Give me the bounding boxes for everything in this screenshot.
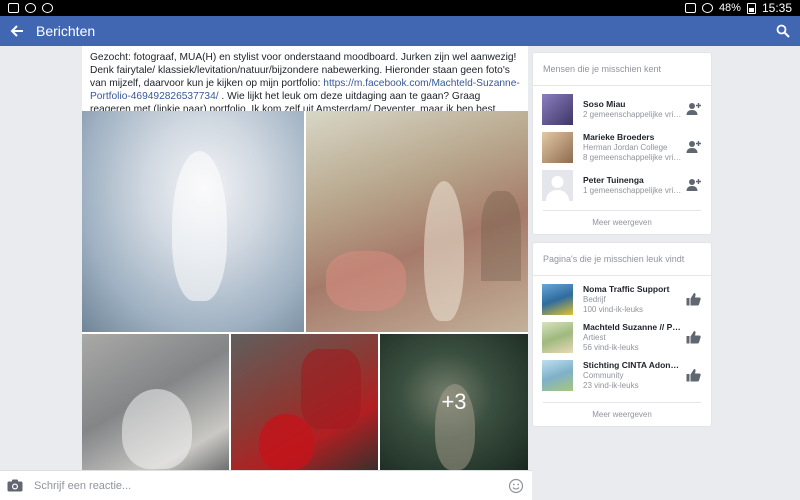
- page-thumbnail: [542, 359, 573, 391]
- camera-icon: [7, 479, 23, 492]
- add-friend-icon[interactable]: [686, 140, 701, 154]
- page-title: Berichten: [36, 23, 96, 39]
- emoji-icon[interactable]: [508, 478, 524, 494]
- default-avatar-icon: [546, 175, 569, 201]
- avatar-placeholder: [542, 169, 573, 201]
- person-name: Marieke Broeders: [583, 132, 655, 142]
- app-bar: Berichten: [0, 16, 800, 46]
- pages-see-more-link[interactable]: Meer weergeven: [543, 402, 701, 426]
- photo-red-dress[interactable]: [231, 334, 378, 470]
- like-icon[interactable]: [686, 330, 701, 344]
- comment-bar: [0, 470, 532, 500]
- photo-forest-crown[interactable]: +3: [380, 334, 528, 470]
- wifi-signal-icon: [701, 3, 713, 13]
- people-card-title: Mensen die je misschien kent: [533, 53, 711, 86]
- like-icon[interactable]: [686, 368, 701, 382]
- page-name: Machteld Suzanne // Port...: [583, 322, 683, 332]
- page-category: Community: [583, 371, 624, 380]
- person-school: Herman Jordan College: [583, 143, 668, 152]
- pages-you-may-like-card: Pagina's die je misschien leuk vindt Nom…: [533, 243, 711, 426]
- battery-percent: 48%: [718, 2, 741, 14]
- post-text: Gezocht: fotograaf, MUA(H) en stylist vo…: [82, 46, 528, 111]
- sync-icon: [42, 3, 53, 13]
- screenshot-icon: [8, 3, 19, 13]
- search-icon: [776, 24, 790, 38]
- person-mutual-friends: 1 gemeenschappelijke vrie...: [583, 186, 683, 195]
- arrow-left-icon: [10, 25, 23, 37]
- page-row[interactable]: Stichting CINTA Adonara,... Community 23…: [533, 356, 711, 394]
- page-category: Bedrijf: [583, 295, 606, 304]
- avatar: [542, 93, 573, 125]
- add-friend-icon[interactable]: [686, 102, 701, 116]
- photo-window-room[interactable]: [306, 111, 528, 332]
- pages-card-title: Pagina's die je misschien leuk vindt: [533, 243, 711, 276]
- search-button[interactable]: [766, 16, 800, 46]
- camera-button[interactable]: [0, 471, 30, 500]
- people-you-may-know-card: Mensen die je misschien kent Soso Miau 2…: [533, 53, 711, 234]
- battery-icon: [746, 2, 756, 14]
- page-name: Stichting CINTA Adonara,...: [583, 360, 683, 370]
- post-card: Gezocht: fotograaf, MUA(H) en stylist vo…: [82, 46, 528, 470]
- page-row[interactable]: Noma Traffic Support Bedrijf 100 vind-ik…: [533, 280, 711, 318]
- page-name: Noma Traffic Support: [583, 284, 670, 294]
- clock: 15:35: [761, 1, 792, 15]
- person-row[interactable]: Peter Tuinenga 1 gemeenschappelijke vrie…: [533, 166, 711, 204]
- page-likes: 23 vind-ik-leuks: [583, 381, 639, 390]
- person-name: Soso Miau: [583, 99, 626, 109]
- page-thumbnail: [542, 283, 573, 315]
- status-bar: 48% 15:35: [0, 0, 800, 16]
- person-mutual-friends: 2 gemeenschappelijke vrie...: [583, 110, 683, 119]
- avatar: [542, 131, 573, 163]
- back-button[interactable]: [0, 16, 34, 46]
- photo-angel-wings[interactable]: [82, 334, 229, 470]
- photo-fairy-light[interactable]: [82, 111, 304, 332]
- page-likes: 100 vind-ik-leuks: [583, 305, 644, 314]
- people-see-more-link[interactable]: Meer weergeven: [543, 210, 701, 234]
- status-right: 48% 15:35: [684, 1, 792, 15]
- mute-icon: [684, 3, 696, 13]
- comment-input[interactable]: [34, 473, 494, 498]
- page-category: Artiest: [583, 333, 606, 342]
- like-icon[interactable]: [686, 292, 701, 306]
- person-row[interactable]: Soso Miau 2 gemeenschappelijke vrie...: [533, 90, 711, 128]
- status-left-icons: [8, 3, 53, 13]
- page-row[interactable]: Machteld Suzanne // Port... Artiest 56 v…: [533, 318, 711, 356]
- person-name: Peter Tuinenga: [583, 175, 644, 185]
- page-likes: 56 vind-ik-leuks: [583, 343, 639, 352]
- more-photos-overlay[interactable]: +3: [380, 334, 528, 470]
- add-friend-icon[interactable]: [686, 178, 701, 192]
- person-mutual-friends: 8 gemeenschappelijke vrie...: [583, 153, 683, 162]
- wifi-icon: [25, 3, 36, 13]
- page-thumbnail: [542, 321, 573, 353]
- person-row[interactable]: Marieke Broeders Herman Jordan College 8…: [533, 128, 711, 166]
